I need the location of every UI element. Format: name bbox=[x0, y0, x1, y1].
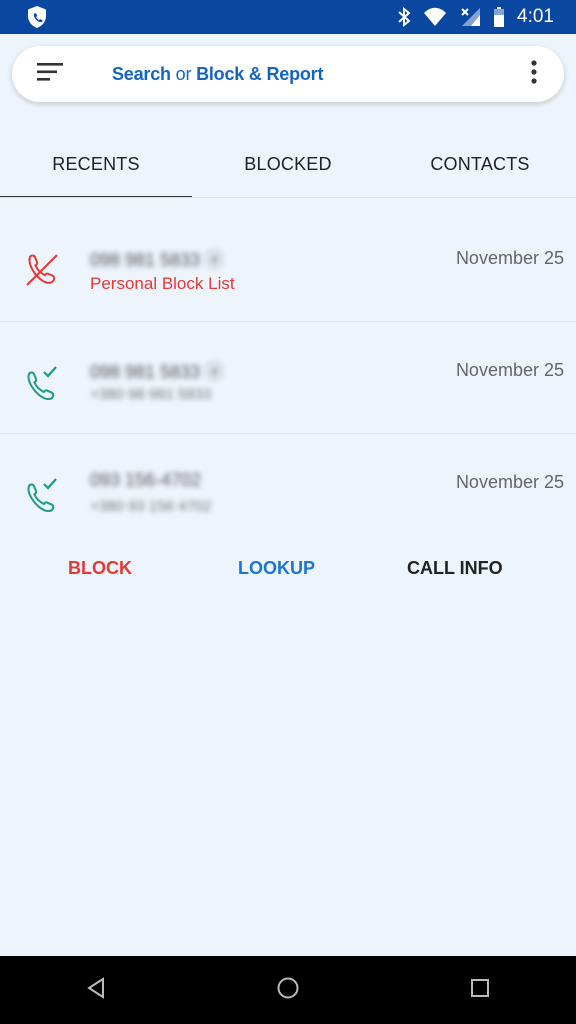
tab-bar: RECENTS BLOCKED CONTACTS bbox=[0, 130, 576, 198]
caller-full-number: +380 98 981 5833 bbox=[90, 386, 212, 403]
menu-button[interactable] bbox=[12, 46, 88, 102]
incoming-call-icon bbox=[24, 364, 60, 401]
menu-icon bbox=[37, 62, 63, 86]
back-button[interactable] bbox=[56, 956, 136, 1024]
caller-number: 098 981 5833 ⓐ bbox=[90, 250, 224, 270]
tab-blocked[interactable]: BLOCKED bbox=[192, 130, 384, 198]
call-row[interactable]: 098 981 5833 ⓐ Personal Block List Novem… bbox=[0, 210, 576, 322]
signal-icon bbox=[459, 7, 481, 27]
search-or: or bbox=[170, 63, 197, 84]
caller-full-number: +380 93 156 4702 bbox=[90, 498, 212, 515]
tabs-divider bbox=[0, 197, 576, 198]
bluetooth-icon bbox=[397, 7, 411, 27]
wifi-icon bbox=[423, 7, 447, 27]
incoming-call-icon bbox=[24, 476, 60, 513]
call-info-button[interactable]: CALL INFO bbox=[407, 558, 503, 579]
caller-number: 098 981 5833 ⓐ bbox=[90, 362, 224, 382]
call-row[interactable]: 093 156-4702 +380 93 156 4702 November 2… bbox=[0, 434, 576, 546]
call-actions: BLOCK LOOKUP CALL INFO bbox=[0, 546, 576, 590]
call-date: November 25 bbox=[455, 248, 564, 268]
battery-icon bbox=[493, 7, 505, 27]
call-date: November 25 bbox=[455, 360, 564, 380]
clock: 4:01 bbox=[517, 6, 554, 27]
search-label: Search bbox=[112, 63, 171, 84]
more-vert-icon bbox=[531, 59, 537, 89]
tab-recents[interactable]: RECENTS bbox=[0, 130, 192, 198]
search-bar[interactable]: Search or Block & Report bbox=[12, 46, 564, 102]
home-icon bbox=[276, 976, 300, 1005]
blocked-call-icon bbox=[24, 252, 60, 288]
lookup-button[interactable]: LOOKUP bbox=[238, 558, 315, 579]
back-icon bbox=[86, 976, 106, 1004]
block-list-label: Personal Block List bbox=[90, 274, 235, 293]
call-date: November 25 bbox=[455, 472, 564, 492]
overview-icon bbox=[470, 978, 490, 1003]
shield-icon bbox=[26, 5, 48, 29]
block-button[interactable]: BLOCK bbox=[68, 558, 132, 579]
tab-contacts[interactable]: CONTACTS bbox=[384, 130, 576, 198]
more-options-button[interactable] bbox=[504, 46, 564, 102]
search-block-report: Block & Report bbox=[196, 63, 324, 84]
call-row[interactable]: 098 981 5833 ⓐ +380 98 981 5833 November… bbox=[0, 322, 576, 434]
status-bar: 4:01 bbox=[0, 0, 576, 34]
recents-button[interactable] bbox=[440, 956, 520, 1024]
caller-number: 093 156-4702 bbox=[90, 470, 202, 490]
search-input[interactable]: Search or Block & Report bbox=[112, 64, 504, 85]
navigation-bar bbox=[0, 956, 576, 1024]
home-button[interactable] bbox=[248, 956, 328, 1024]
